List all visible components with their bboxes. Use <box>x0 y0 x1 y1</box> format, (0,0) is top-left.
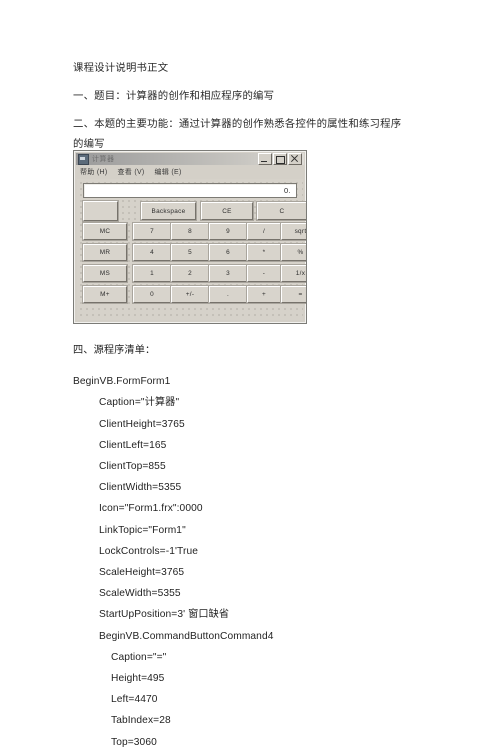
code-line: BeginVB.CommandButtonCommand4 <box>99 630 274 642</box>
code-line: LinkTopic="Form1" <box>99 524 186 536</box>
property-value: =3060 <box>127 736 157 748</box>
key-button[interactable]: = <box>281 286 306 303</box>
property-name: Caption <box>111 651 147 663</box>
code-lines: BeginVB.FormForm1 Caption="计算器" ClientHeig… <box>73 371 413 647</box>
key-button[interactable]: 8 <box>171 223 209 240</box>
code-properties: Caption="=" Height=495 Left=4470 TabIndex=2… <box>73 647 413 753</box>
memory-button-mplus[interactable]: M+ <box>83 286 127 303</box>
code-property-row: Caption="=" <box>73 647 413 668</box>
menu-item-edit[interactable]: 编辑 (E) <box>155 167 182 177</box>
key-button[interactable]: sqrt <box>281 223 306 240</box>
backspace-button[interactable]: Backspace <box>141 202 196 220</box>
key-button[interactable]: 0 <box>133 286 171 303</box>
property-name: Height <box>111 673 142 685</box>
code-line: ClientTop=855 <box>99 461 166 473</box>
key-button[interactable]: % <box>281 244 306 261</box>
key-button[interactable]: 1 <box>133 265 171 282</box>
code-property-row: Top=3060 <box>73 732 413 753</box>
keypad-grid: 7 8 9/sqrt 4 5 6 *% 1 2 3-1/x 0 +/-. + = <box>133 223 306 317</box>
key-button[interactable]: 3 <box>209 265 247 282</box>
code-line: ClientHeight=3765 <box>99 418 185 430</box>
code-line: ClientLeft=165 <box>99 439 167 451</box>
code-property-row: Height=495 <box>73 668 413 689</box>
calculator-window: 计算器 帮助 (H) 查看 (V) 编辑 (E) 0. Backspace CE… <box>73 150 307 324</box>
property-value: =4470 <box>128 694 158 706</box>
code-line: BeginVB.FormForm1 <box>73 376 171 388</box>
source-code-listing: 四、源程序清单： BeginVB.FormForm1 Caption="计算器" C… <box>73 340 413 753</box>
menu-item-help[interactable]: 帮助 (H) <box>80 167 107 177</box>
keypad: MC MR MS M+ 7 8 9/sqrt 4 5 6 *% 1 2 3-1/x 0 +/-. + = <box>83 223 306 317</box>
memory-button-mr[interactable]: MR <box>83 244 127 261</box>
property-value: =495 <box>141 673 165 685</box>
key-button[interactable]: - <box>247 265 281 282</box>
code-property-row: Left=4470 <box>73 689 413 710</box>
key-button[interactable]: . <box>209 286 247 303</box>
key-button[interactable]: 2 <box>171 265 209 282</box>
calculator-app-icon <box>78 153 89 165</box>
minimize-icon[interactable] <box>258 153 272 165</box>
code-line: ScaleWidth=5355 <box>99 588 181 600</box>
property-value: ="=" <box>146 651 167 663</box>
paragraph-title: 课程设计说明书正文 <box>73 63 169 74</box>
title-bar: 计算器 <box>76 153 304 165</box>
code-section-heading: 四、源程序清单： <box>73 345 156 356</box>
blank-button[interactable] <box>83 201 118 221</box>
c-button[interactable]: C <box>257 202 306 220</box>
key-button[interactable]: 6 <box>209 244 247 261</box>
menu-bar: 帮助 (H) 查看 (V) 编辑 (E) <box>76 166 304 178</box>
memory-column: MC MR MS M+ <box>83 223 127 317</box>
close-icon[interactable] <box>288 153 302 165</box>
code-line: ClientWidth=5355 <box>99 482 182 494</box>
key-button[interactable]: * <box>247 244 281 261</box>
code-line: LockControls=-1'True <box>99 545 198 557</box>
key-button[interactable]: +/- <box>171 286 209 303</box>
key-button[interactable]: 5 <box>171 244 209 261</box>
paragraph-function: 二、本题的主要功能：通过计算器的创作熟悉各控件的属性和练习程序的编写 <box>73 119 402 150</box>
memory-button-ms[interactable]: MS <box>83 265 127 282</box>
property-name: TabIndex <box>111 715 154 727</box>
code-line: Caption="计算器" <box>99 397 180 409</box>
top-button-row: Backspace CE C <box>83 201 306 221</box>
display-value: 0. <box>283 186 291 195</box>
key-button[interactable]: + <box>247 286 281 303</box>
property-name: Left <box>111 694 129 706</box>
code-line: Icon="Form1.frx":0000 <box>99 503 203 515</box>
code-line: ScaleHeight=3765 <box>99 567 185 579</box>
calculator-screenshot: 计算器 帮助 (H) 查看 (V) 编辑 (E) 0. Backspace CE… <box>73 150 307 324</box>
key-button[interactable]: 7 <box>133 223 171 240</box>
paragraph-topic: 一、题目：计算器的创作和相应程序的编写 <box>73 91 275 102</box>
page: 课程设计说明书正文 一、题目：计算器的创作和相应程序的编写 二、本题的主要功能：… <box>0 0 500 748</box>
maximize-icon[interactable] <box>273 153 287 165</box>
key-button[interactable]: 1/x <box>281 265 306 282</box>
key-button[interactable]: 4 <box>133 244 171 261</box>
code-line: StartUpPosition=3' 窗口缺省 <box>99 609 230 621</box>
memory-button-mc[interactable]: MC <box>83 223 127 240</box>
calculator-display[interactable]: 0. <box>83 183 297 198</box>
ce-button[interactable]: CE <box>201 202 253 220</box>
property-name: Top <box>111 736 128 748</box>
property-value: =28 <box>153 715 171 727</box>
menu-item-view[interactable]: 查看 (V) <box>117 167 144 177</box>
key-button[interactable]: / <box>247 223 281 240</box>
form-design-surface: 0. Backspace CE C MC MR MS M+ 7 8 9/sqrt 4 5… <box>77 179 306 320</box>
key-button[interactable]: 9 <box>209 223 247 240</box>
code-property-row: TabIndex=28 <box>73 710 413 731</box>
window-controls <box>258 153 302 165</box>
window-title: 计算器 <box>92 156 115 163</box>
